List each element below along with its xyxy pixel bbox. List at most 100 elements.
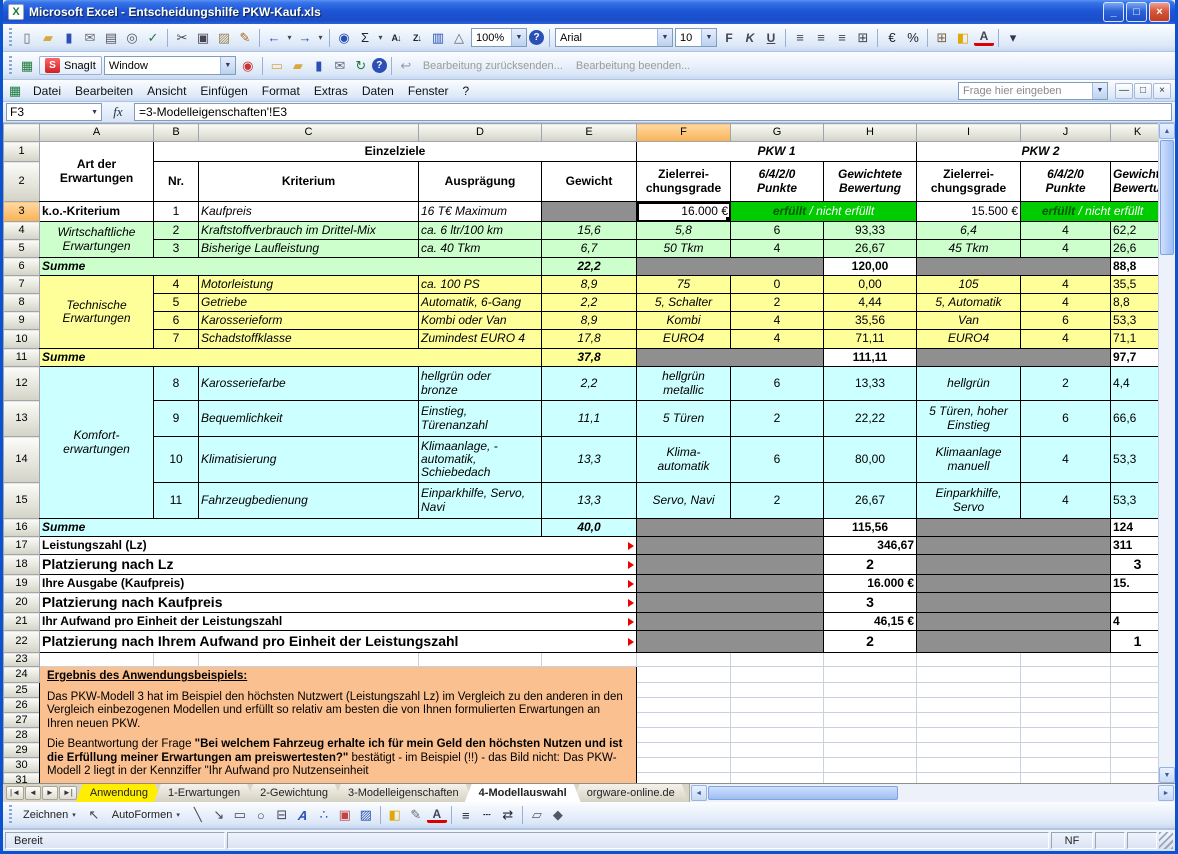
cell-B10[interactable]: 7	[154, 330, 199, 349]
align-left-icon[interactable]: ≡	[790, 28, 810, 47]
row-header-6[interactable]: 6	[4, 258, 40, 276]
row-header-12[interactable]: 12	[4, 367, 40, 401]
sort-ascending-icon[interactable]: A↓	[386, 28, 406, 47]
cell-H8[interactable]: 4,44	[824, 294, 917, 312]
cell-B23[interactable]	[154, 653, 199, 667]
cell-A7[interactable]: Technische Erwartungen	[40, 276, 154, 349]
cell-F14[interactable]: Klima- automatik	[637, 437, 731, 483]
cell-B9[interactable]: 6	[154, 312, 199, 330]
cell-H27[interactable]	[824, 713, 917, 728]
toolbar-grip[interactable]	[9, 56, 12, 76]
shadow-style-icon[interactable]: ▱	[527, 806, 547, 825]
cell-F19[interactable]	[637, 575, 824, 593]
cell-F22[interactable]	[637, 631, 824, 653]
cell-A12[interactable]: Komfort- erwartungen	[40, 367, 154, 519]
threed-style-icon[interactable]: ◆	[548, 806, 568, 825]
cell-B13[interactable]: 9	[154, 401, 199, 437]
cell-D2[interactable]: Ausprägung	[419, 162, 542, 202]
text-box-icon[interactable]: ⊟	[272, 806, 292, 825]
row-header-11[interactable]: 11	[4, 349, 40, 367]
cell-G31[interactable]	[731, 773, 824, 784]
cell-A22[interactable]: Platzierung nach Ihrem Aufwand pro Einhe…	[40, 631, 637, 653]
cell-J26[interactable]	[1021, 698, 1111, 713]
cell-C15[interactable]: Fahrzeugbedienung	[199, 483, 419, 519]
cell-B2[interactable]: Nr.	[154, 162, 199, 202]
cell-H26[interactable]	[824, 698, 917, 713]
zoom-select[interactable]: 100%▼	[471, 28, 527, 47]
cell-F25[interactable]	[637, 683, 731, 698]
cell-F29[interactable]	[637, 743, 731, 758]
cell-E13[interactable]: 11,1	[542, 401, 637, 437]
cell-H12[interactable]: 13,33	[824, 367, 917, 401]
cell-G24[interactable]	[731, 667, 824, 683]
cell-F21[interactable]	[637, 613, 824, 631]
align-right-icon[interactable]: ≡	[832, 28, 852, 47]
diagram-icon[interactable]: ∴	[314, 806, 334, 825]
font-color2-icon[interactable]: A	[427, 807, 447, 823]
menu-item-datei[interactable]: Datei	[26, 81, 68, 101]
arrow-style-icon[interactable]: ⇄	[498, 806, 518, 825]
row-header-8[interactable]: 8	[4, 294, 40, 312]
cell-I3[interactable]: 15.500 €	[917, 202, 1021, 222]
toolbar-grip[interactable]	[9, 805, 12, 825]
cell-H17[interactable]: 346,67	[824, 537, 917, 555]
cell-E2[interactable]: Gewicht	[542, 162, 637, 202]
cell-H22[interactable]: 2	[824, 631, 917, 653]
row-header-16[interactable]: 16	[4, 519, 40, 537]
help-small-icon[interactable]: ?	[372, 58, 387, 73]
cell-J24[interactable]	[1021, 667, 1111, 683]
cell-F26[interactable]	[637, 698, 731, 713]
cell-A16[interactable]: Summe	[40, 519, 542, 537]
cell-E9[interactable]: 8,9	[542, 312, 637, 330]
cell-I10[interactable]: EURO4	[917, 330, 1021, 349]
last-sheet-button[interactable]: ►|	[59, 786, 77, 800]
col-header-K[interactable]: K	[1111, 124, 1159, 142]
cell-C5[interactable]: Bisherige Laufleistung	[199, 240, 419, 258]
menu-item-help[interactable]: ?	[456, 81, 477, 101]
cell-E8[interactable]: 2,2	[542, 294, 637, 312]
cell-A4[interactable]: Wirtschaftliche Erwartungen	[40, 222, 154, 258]
spelling-icon[interactable]: ✓	[143, 28, 163, 47]
cell-D5[interactable]: ca. 40 Tkm	[419, 240, 542, 258]
cell-F9[interactable]: Kombi	[637, 312, 731, 330]
maximize-button[interactable]: □	[1126, 2, 1147, 22]
cell-C10[interactable]: Schadstoffklasse	[199, 330, 419, 349]
cell-I23[interactable]	[917, 653, 1021, 667]
cell-H7[interactable]: 0,00	[824, 276, 917, 294]
formula-input[interactable]: =3-Modelleigenschaften'!E3	[134, 103, 1172, 121]
cell-D15[interactable]: Einparkhilfe, Servo, Navi	[419, 483, 542, 519]
cell-J7[interactable]: 4	[1021, 276, 1111, 294]
cell-D14[interactable]: Klimaanlage, - automatik, Schiebedach	[419, 437, 542, 483]
refresh-icon[interactable]: ↻	[351, 56, 371, 75]
cell-J27[interactable]	[1021, 713, 1111, 728]
row-header-10[interactable]: 10	[4, 330, 40, 349]
menu-item-extras[interactable]: Extras	[307, 81, 355, 101]
vertical-scroll-track[interactable]	[1159, 256, 1175, 767]
next-sheet-button[interactable]: ►	[42, 786, 58, 800]
dash-style-icon[interactable]: ┄	[477, 806, 497, 825]
cell-H19[interactable]: 16.000 €	[824, 575, 917, 593]
line-style-icon[interactable]: ≡	[456, 806, 476, 825]
cell-K28[interactable]	[1111, 728, 1159, 743]
cell-F23[interactable]	[637, 653, 731, 667]
autoformen-menu-button[interactable]: AutoFormen▾	[106, 806, 186, 824]
col-header-C[interactable]: C	[199, 124, 419, 142]
cell-H16[interactable]: 115,56	[824, 519, 917, 537]
insert-function-button[interactable]: fx	[105, 104, 131, 120]
cell-H10[interactable]: 71,11	[824, 330, 917, 349]
cell-E5[interactable]: 6,7	[542, 240, 637, 258]
cell-F18[interactable]	[637, 555, 824, 575]
cell-H28[interactable]	[824, 728, 917, 743]
line-icon[interactable]: ╲	[188, 806, 208, 825]
row-header-1[interactable]: 1	[4, 142, 40, 162]
arrow-icon[interactable]: ↘	[209, 806, 229, 825]
cell-F28[interactable]	[637, 728, 731, 743]
cell-E4[interactable]: 15,6	[542, 222, 637, 240]
cell-H30[interactable]	[824, 758, 917, 773]
sheet-tab-2-gewichtung[interactable]: 2-Gewichtung	[246, 784, 342, 802]
cell-D13[interactable]: Einstieg, Türenanzahl	[419, 401, 542, 437]
cell-J10[interactable]: 4	[1021, 330, 1111, 349]
cell-I26[interactable]	[917, 698, 1021, 713]
row-header-17[interactable]: 17	[4, 537, 40, 555]
cell-K31[interactable]	[1111, 773, 1159, 784]
